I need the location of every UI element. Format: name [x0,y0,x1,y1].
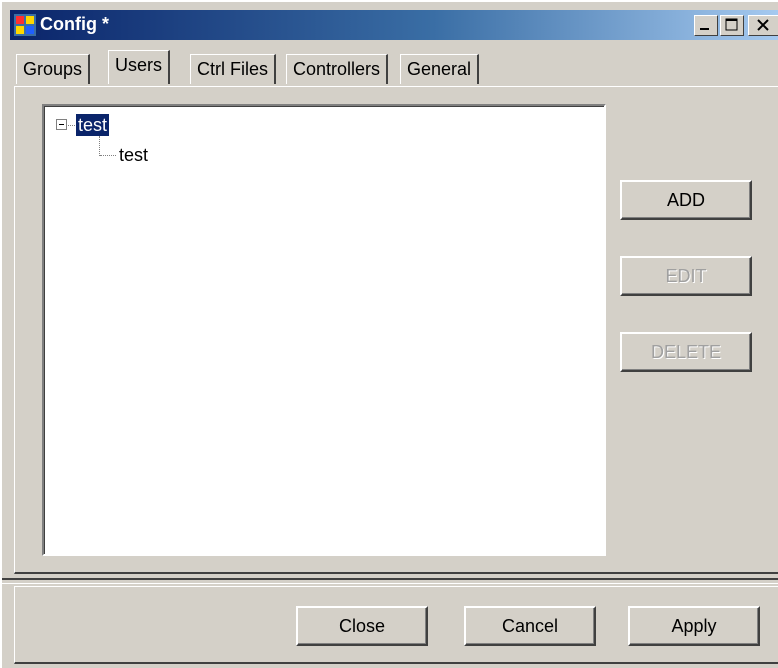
cancel-button[interactable]: Cancel [464,606,596,646]
window-title: Config * [40,14,109,34]
tab-groups[interactable]: Groups [16,54,91,84]
collapse-icon[interactable] [56,119,67,130]
app-config-icon [14,14,36,36]
users-tree-view[interactable]: test test [42,104,606,556]
tab-ctrl-files-label: Ctrl Files [197,59,268,79]
tab-controllers-label: Controllers [293,59,381,79]
tree-connector [68,125,75,126]
maximize-button[interactable] [720,15,744,36]
tree-node-child[interactable]: test [119,144,148,166]
tree-connector [99,136,100,156]
tab-general[interactable]: General [400,54,480,84]
close-window-button[interactable] [748,15,778,36]
tree-connector [100,155,116,156]
apply-button[interactable]: Apply [628,606,760,646]
close-icon [757,19,769,31]
edit-button[interactable]: EDIT [620,256,752,296]
add-button[interactable]: ADD [620,180,752,220]
tab-users[interactable]: Users [108,50,171,84]
title-bar[interactable]: Config * [10,10,778,40]
minimize-button[interactable] [694,15,718,36]
tab-groups-label: Groups [23,59,83,79]
config-window: Config * Groups Users Ctrl Files Control… [0,0,778,668]
delete-button[interactable]: DELETE [620,332,752,372]
maximize-icon [725,18,738,31]
minimize-icon [700,28,709,30]
footer-separator [2,578,778,584]
tab-users-label: Users [115,55,163,75]
tab-general-label: General [407,59,472,79]
tab-controllers[interactable]: Controllers [286,54,389,84]
tree-node-root[interactable]: test [76,114,110,136]
close-button[interactable]: Close [296,606,428,646]
tab-ctrl-files[interactable]: Ctrl Files [190,54,276,84]
